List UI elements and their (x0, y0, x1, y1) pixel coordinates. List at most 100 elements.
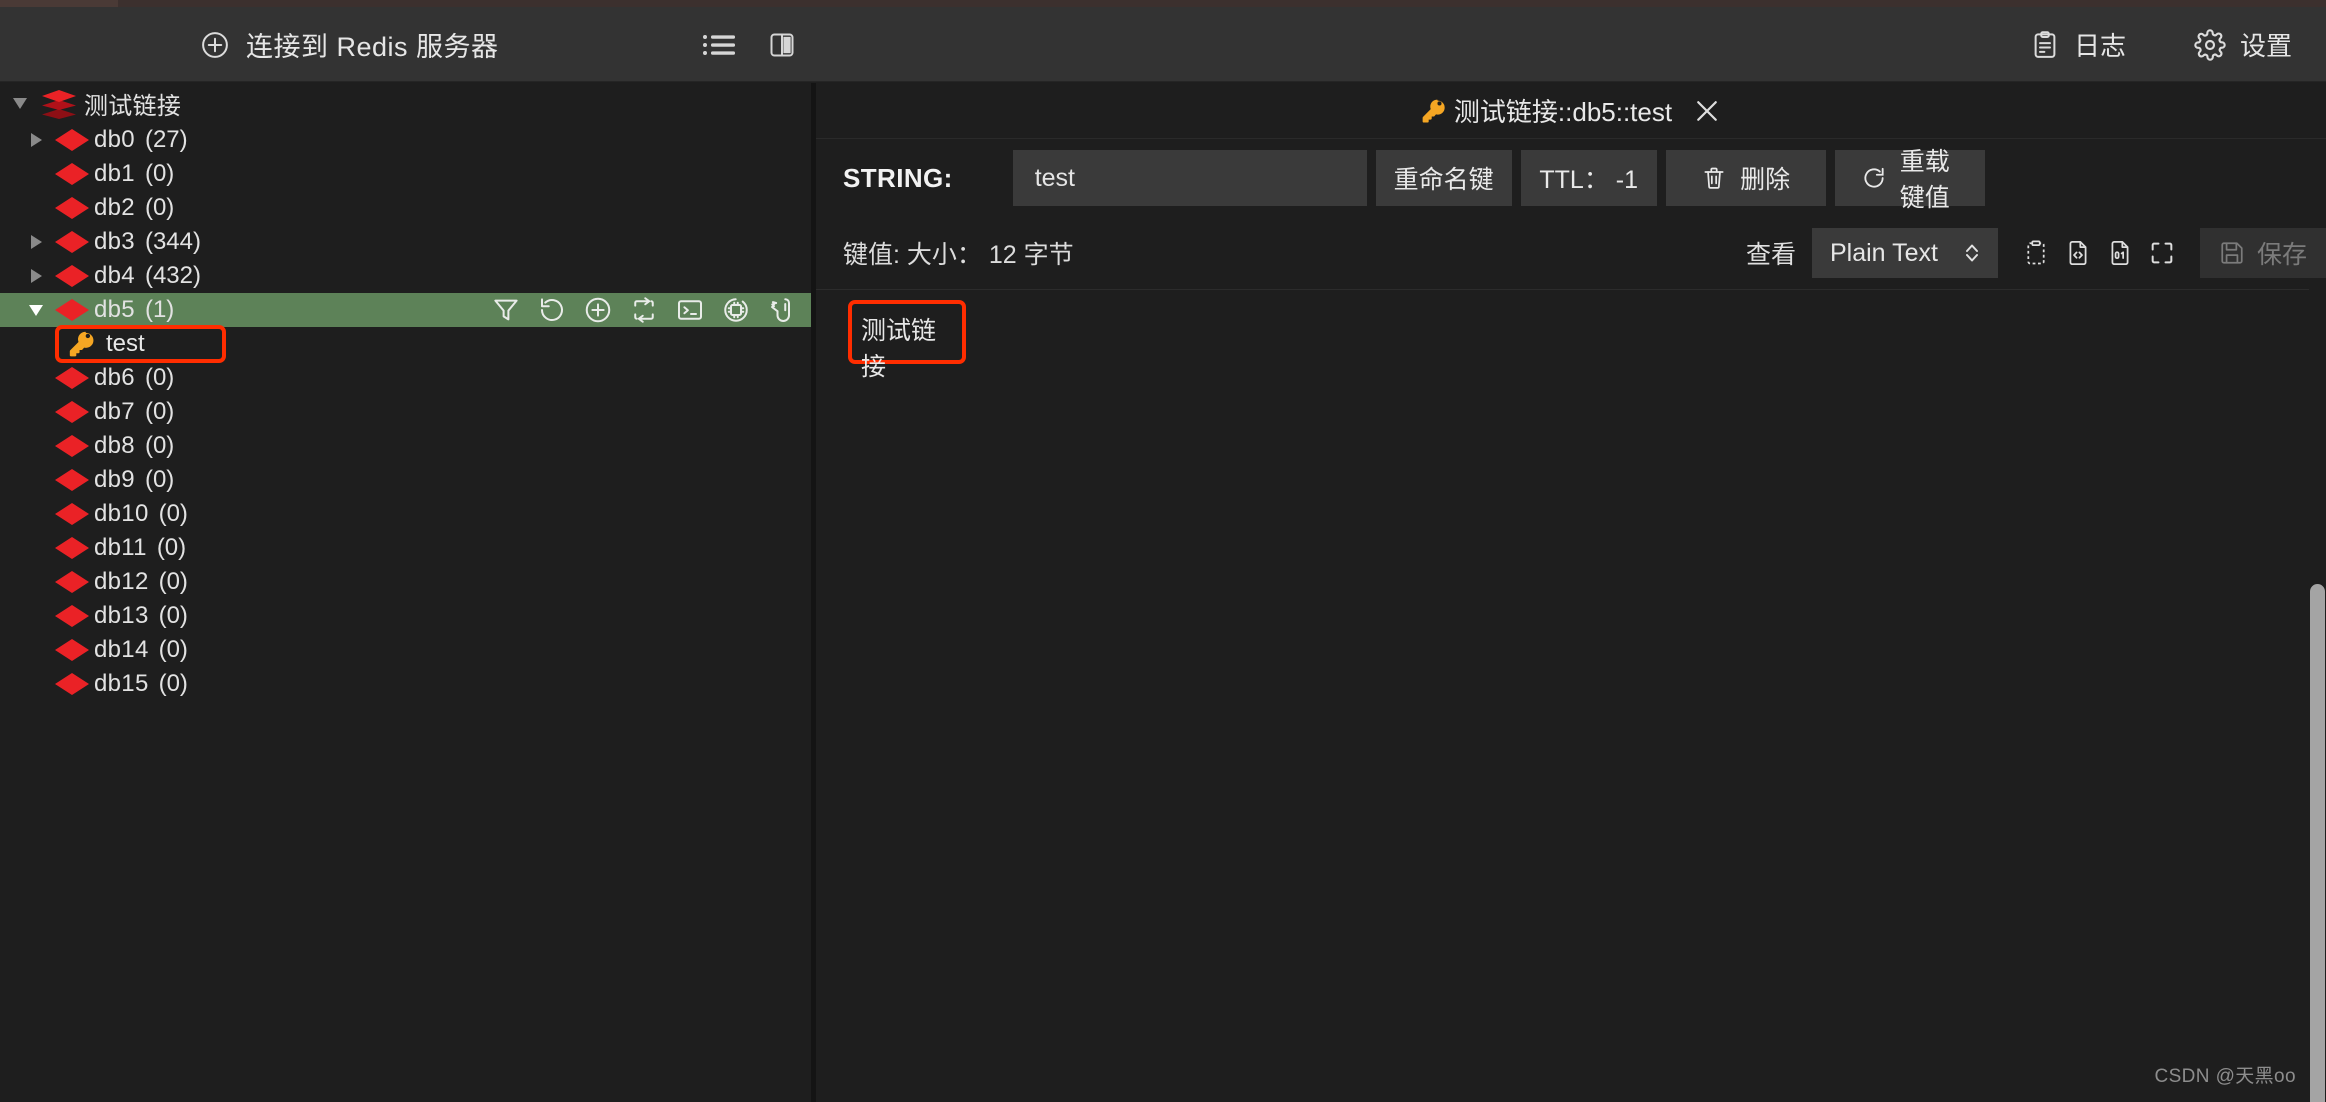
fullscreen-icon[interactable] (2148, 239, 2176, 267)
filter-icon[interactable] (491, 295, 521, 325)
database-diamond-icon (50, 569, 94, 595)
tree-item-db7[interactable]: db7 (0) (0, 395, 811, 429)
expand-arrow-db3[interactable] (22, 235, 50, 249)
delete-key-button[interactable]: 删除 (1665, 150, 1826, 206)
key-icon (1420, 97, 1448, 125)
toolbar-right-group: 日志 设置 (1996, 7, 2326, 82)
tree-item-key-test[interactable]: test (0, 325, 811, 363)
tree-item-db1[interactable]: db1 (0) (0, 157, 811, 191)
database-key-count: (0) (144, 194, 175, 221)
tree-item-db3[interactable]: db3 (344) (0, 225, 811, 259)
editor-scrollbar-track[interactable] (2309, 289, 2326, 1102)
value-view-controls: 查看 Plain Text 保存 (1746, 217, 2326, 289)
expand-arrow-db5[interactable] (22, 304, 50, 316)
value-editor-highlight[interactable]: 测试链接 (848, 300, 966, 381)
window-title-strip (0, 0, 2326, 7)
database-diamond-icon (50, 399, 94, 425)
database-key-count: (0) (158, 568, 188, 595)
value-action-icons (2022, 239, 2176, 267)
database-key-count: (0) (144, 160, 175, 187)
database-label: db15 (94, 670, 149, 697)
database-key-count: (0) (144, 364, 175, 391)
tree-item-db10[interactable]: db10 (0) (0, 497, 811, 531)
database-diamond-icon (50, 433, 94, 459)
expand-arrow-db4[interactable] (22, 269, 50, 283)
connect-to-redis-server-label: 连接到 Redis 服务器 (246, 32, 499, 62)
database-diamond-icon (50, 467, 94, 493)
database-diamond-icon (50, 161, 94, 187)
rename-key-button[interactable]: 重命名键 (1375, 150, 1512, 206)
database-label: db1 (94, 160, 135, 187)
list-view-button[interactable] (690, 7, 748, 82)
clipboard-log-icon (2030, 30, 2060, 60)
expand-arrow-db0[interactable] (22, 133, 50, 147)
tree-item-connection[interactable]: 测试链接 (0, 83, 811, 123)
database-diamond-icon (50, 297, 94, 323)
flush-icon[interactable] (629, 295, 659, 325)
tree-item-db4[interactable]: db4 (432) (0, 259, 811, 293)
database-diamond-icon (50, 229, 94, 255)
delete-key-label: 删除 (1740, 166, 1791, 194)
value-size-label: 键值: 大小： 12 字节 (843, 241, 1074, 269)
tools-knife-icon[interactable] (767, 295, 797, 325)
database-label: db12 (94, 568, 149, 595)
split-panel-icon (768, 31, 796, 59)
redis-stack-icon (34, 86, 84, 120)
tree-item-db8[interactable]: db8 (0) (0, 429, 811, 463)
tree-item-db2[interactable]: db2 (0) (0, 191, 811, 225)
code-file-icon[interactable] (2064, 239, 2092, 267)
tree-item-db15[interactable]: db15 (0) (0, 667, 811, 701)
value-controls-row: 键值: 大小： 12 字节 查看 Plain Text 保存 (816, 217, 2326, 289)
redis-desktop-manager-window: 连接到 Redis 服务器 日志 设置 测试链接 db0 (27) db1 (0… (0, 0, 2326, 1102)
ttl-button[interactable]: TTL： -1 (1520, 150, 1657, 206)
database-key-count: (0) (156, 534, 187, 561)
connect-to-redis-server-button[interactable]: 连接到 Redis 服务器 (200, 7, 499, 82)
view-format-select[interactable]: Plain Text (1812, 228, 1998, 278)
refresh-icon[interactable] (537, 295, 567, 325)
reload-value-button[interactable]: 重载键值 (1834, 148, 1985, 212)
cpu-chip-icon[interactable] (721, 295, 751, 325)
console-icon[interactable] (675, 295, 705, 325)
split-panel-button[interactable] (753, 7, 811, 82)
log-button[interactable]: 日志 (1996, 7, 2160, 82)
database-key-count: (0) (158, 500, 188, 527)
connection-expand-arrow[interactable] (6, 97, 34, 109)
tree-item-db0[interactable]: db0 (27) (0, 123, 811, 157)
settings-button[interactable]: 设置 (2160, 7, 2326, 82)
database-diamond-icon (50, 501, 94, 527)
floppy-save-icon (2219, 240, 2245, 266)
value-editor-area[interactable]: 测试链接 (816, 289, 2326, 1102)
close-icon[interactable] (1692, 96, 1722, 126)
database-label: db9 (94, 466, 135, 493)
key-name-input[interactable] (1012, 150, 1367, 206)
key-header-row: STRING: 重命名键 TTL： -1 删除 (816, 139, 2326, 217)
tree-item-db12[interactable]: db12 (0) (0, 565, 811, 599)
tree-item-db11[interactable]: db11 (0) (0, 531, 811, 565)
connections-tree-sidebar[interactable]: 测试链接 db0 (27) db1 (0) db2 (0) db3 (344) db4 (432)… (0, 83, 811, 1102)
database-action-toolbar (491, 293, 797, 327)
database-key-count: (0) (144, 432, 175, 459)
copy-clipboard-icon[interactable] (2022, 239, 2050, 267)
tree-item-db6[interactable]: db6 (0) (0, 361, 811, 395)
add-key-icon[interactable] (583, 295, 613, 325)
database-label: db11 (94, 534, 147, 561)
database-label: db10 (94, 500, 149, 527)
tree-item-db5[interactable]: db5 (1) (0, 293, 811, 327)
binary-file-icon[interactable] (2106, 239, 2134, 267)
key-icon (64, 329, 100, 359)
key-label: test (106, 330, 145, 357)
tree-item-db14[interactable]: db14 (0) (0, 633, 811, 667)
database-label: db4 (94, 262, 135, 289)
log-label: 日志 (2073, 31, 2126, 61)
database-diamond-icon (50, 603, 94, 629)
reload-value-label: 重载键值 (1899, 148, 1950, 212)
editor-scrollbar-thumb[interactable] (2310, 584, 2325, 1102)
tree-item-db9[interactable]: db9 (0) (0, 463, 811, 497)
watermark: CSDN @天黑oo (2154, 1066, 2296, 1087)
database-key-count: (0) (144, 466, 175, 493)
database-diamond-icon (50, 671, 94, 697)
tree-item-db13[interactable]: db13 (0) (0, 599, 811, 633)
tab-key-test[interactable]: 测试链接::db5::test (1420, 92, 1722, 129)
view-format-value: Plain Text (1830, 238, 1938, 267)
save-value-button[interactable]: 保存 (2200, 228, 2326, 278)
